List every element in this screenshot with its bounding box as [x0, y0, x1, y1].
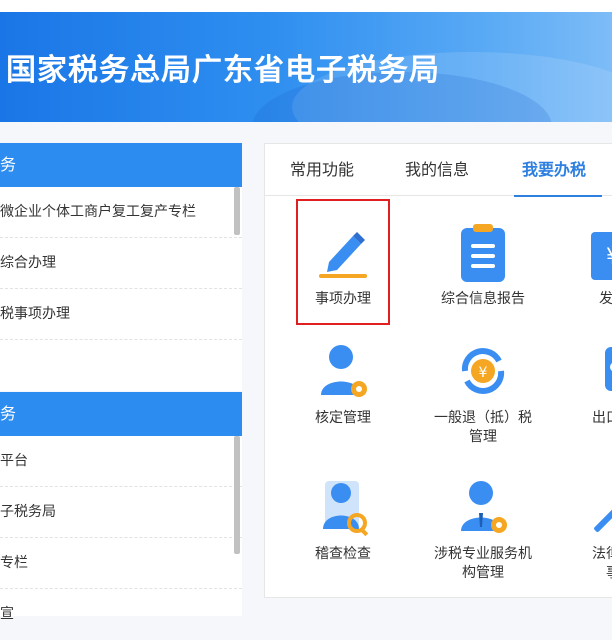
section-header: 务	[0, 392, 242, 436]
section-list: 微企业个体工商户复工复产专栏 综合办理 税事项办理	[0, 187, 242, 391]
left-panel: 务 微企业个体工商户复工复产专栏 综合办理 税事项办理 务 平台 子税务局 专栏…	[0, 143, 242, 622]
section-list: 平台 子税务局 专栏 宣	[0, 436, 242, 622]
tile-label-line: 管理	[469, 429, 497, 445]
hammer-icon	[585, 477, 612, 537]
svg-text:¥: ¥	[479, 365, 488, 381]
agent-gear-icon	[455, 477, 511, 537]
svg-text:¥: ¥	[606, 245, 612, 270]
section-header: 务	[0, 143, 242, 187]
list-item[interactable]: 子税务局	[0, 487, 242, 538]
tile-invoice[interactable]: ¥ 发票	[563, 222, 612, 309]
inspect-icon	[315, 477, 371, 537]
export-icon	[585, 341, 612, 401]
scrollbar[interactable]	[234, 187, 240, 235]
tile-label-line: 涉税专业服务机	[434, 546, 532, 562]
tile-label-line: 事	[606, 565, 612, 581]
tab-common-functions[interactable]: 常用功能	[290, 144, 354, 196]
list-item[interactable]: 专栏	[0, 538, 242, 589]
tile-label: 发票	[599, 291, 612, 307]
list-item[interactable]: 微企业个体工商户复工复产专栏	[0, 187, 242, 238]
tile-info-report[interactable]: 综合信息报告	[433, 222, 533, 309]
tile-export-refund[interactable]: 出口退	[563, 341, 612, 428]
header-banner: 国家税务总局广东省电子税务局	[0, 12, 612, 122]
function-panel: 常用功能 我的信息 我要办税 事项办理 综合信息报告 发 核定管理 ¥ 一般退（…	[264, 143, 612, 598]
tab-tax-handling[interactable]: 我要办税	[513, 144, 603, 197]
tile-legal[interactable]: 法律追事	[563, 477, 612, 583]
user-gear-icon	[315, 341, 371, 401]
tile-label: 稽查检查	[315, 546, 371, 562]
invoice-icon: ¥	[585, 222, 612, 282]
list-item[interactable]: 宣	[0, 589, 242, 640]
tile-assessment[interactable]: 核定管理	[293, 341, 393, 428]
tile-tax-refund[interactable]: ¥ 一般退（抵）税 管理	[433, 341, 533, 447]
tile-label: 法律追事	[563, 545, 612, 583]
tile-label: 出口退	[592, 410, 612, 426]
page-title: 国家税务总局广东省电子税务局	[6, 53, 440, 88]
list-item[interactable]	[0, 340, 242, 391]
list-item[interactable]: 税事项办理	[0, 289, 242, 340]
tile-label: 涉税专业服务机 构管理	[433, 545, 533, 583]
list-item[interactable]: 平台	[0, 436, 242, 487]
tile-label: 综合信息报告	[441, 291, 525, 307]
tile-label: 一般退（抵）税 管理	[433, 409, 533, 447]
refund-cycle-icon: ¥	[455, 341, 511, 401]
tab-my-info[interactable]: 我的信息	[405, 144, 469, 196]
tile-label-line: 法律追	[592, 546, 612, 562]
clipboard-icon	[455, 222, 511, 282]
tile-label-line: 构管理	[462, 565, 504, 581]
top-strip	[0, 0, 612, 12]
tile-service-agency[interactable]: 涉税专业服务机 构管理	[433, 477, 533, 583]
tile-label-line: 一般退（抵）税	[434, 410, 532, 426]
tile-label: 核定管理	[315, 410, 371, 426]
list-item[interactable]: 综合办理	[0, 238, 242, 289]
tile-inspection[interactable]: 稽查检查	[293, 477, 393, 564]
selection-highlight	[296, 199, 390, 325]
scrollbar[interactable]	[234, 436, 240, 554]
tab-bar: 常用功能 我的信息 我要办税	[265, 144, 612, 197]
